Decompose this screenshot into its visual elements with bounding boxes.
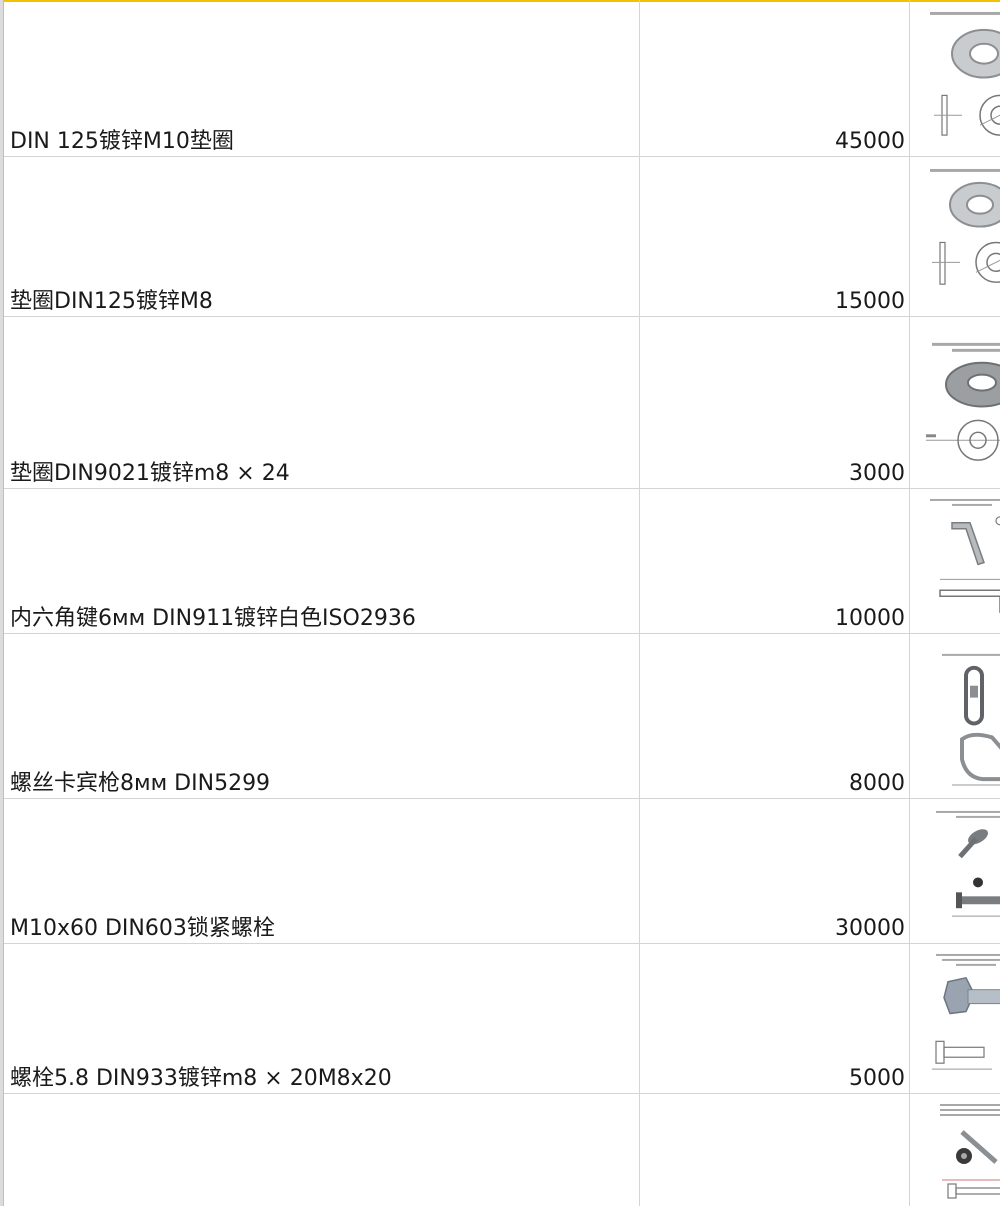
product-image-cell[interactable] [910,489,1000,633]
product-image-cell[interactable] [910,317,1000,488]
quantity-value: 45000 [835,129,905,154]
product-name-cell[interactable]: 垫圈DIN9021镀锌m8 × 24 [4,317,640,488]
carriage-bolt-drawing-icon[interactable] [922,805,1000,937]
product-name: DIN 125镀锌M10垫圈 [10,129,234,154]
flat-washer-drawing-icon[interactable] [922,6,1000,150]
wide-washer-drawing-icon[interactable] [922,323,1000,482]
quantity-cell[interactable]: 30000 [640,799,910,943]
product-image-cell[interactable] [910,944,1000,1093]
quantity-cell[interactable]: 45000 [640,0,910,156]
product-image-cell[interactable] [910,157,1000,316]
quantity-value: 15000 [835,289,905,314]
quantity-value: 5000 [849,1066,905,1091]
product-name: 垫圈DIN9021镀锌m8 × 24 [10,461,290,486]
quantity-cell[interactable] [640,1094,910,1206]
quantity-value: 8000 [849,771,905,796]
product-name: 螺丝卡宾枪8мм DIN5299 [10,771,271,796]
table-row [0,1094,1000,1206]
product-name: 垫圈DIN125镀锌M8 [10,289,213,314]
product-image-cell[interactable] [910,1094,1000,1206]
table-row: 螺栓5.8 DIN933镀锌m8 × 20M8x20 5000 [0,944,1000,1094]
quantity-cell[interactable]: 3000 [640,317,910,488]
product-name: 内六角键6мм DIN911镀锌白色ISO2936 [10,606,416,631]
flat-washer-drawing-icon[interactable] [922,163,1000,310]
spreadsheet-grid: DIN 125镀锌M10垫圈 45000 垫圈DIN125镀锌M8 15000 … [0,0,1000,1206]
product-image-cell[interactable] [910,799,1000,943]
table-row: DIN 125镀锌M10垫圈 45000 [0,0,1000,157]
quantity-cell[interactable]: 5000 [640,944,910,1093]
quantity-value: 30000 [835,916,905,941]
table-row: 垫圈DIN125镀锌M8 15000 [0,157,1000,317]
product-name-cell[interactable]: M10x60 DIN603锁紧螺栓 [4,799,640,943]
quantity-cell[interactable]: 8000 [640,634,910,798]
socket-screw-drawing-icon[interactable] [922,1100,1000,1200]
product-name-cell[interactable]: DIN 125镀锌M10垫圈 [4,0,640,156]
quantity-value: 3000 [849,461,905,486]
product-name: 螺栓5.8 DIN933镀锌m8 × 20M8x20 [10,1066,392,1091]
table-row: 螺丝卡宾枪8мм DIN5299 8000 [0,634,1000,799]
quantity-cell[interactable]: 15000 [640,157,910,316]
product-image-cell[interactable] [910,0,1000,156]
product-name: M10x60 DIN603锁紧螺栓 [10,916,275,941]
quantity-value: 10000 [835,606,905,631]
carabiner-drawing-icon[interactable] [922,640,1000,792]
product-name-cell[interactable]: 螺栓5.8 DIN933镀锌m8 × 20M8x20 [4,944,640,1093]
product-name-cell[interactable]: 内六角键6мм DIN911镀锌白色ISO2936 [4,489,640,633]
product-name-cell[interactable] [4,1094,640,1206]
table-row: 内六角键6мм DIN911镀锌白色ISO2936 10000 [0,489,1000,634]
product-image-cell[interactable] [910,634,1000,798]
table-row: 垫圈DIN9021镀锌m8 × 24 3000 [0,317,1000,489]
quantity-cell[interactable]: 10000 [640,489,910,633]
product-name-cell[interactable]: 垫圈DIN125镀锌M8 [4,157,640,316]
hex-key-drawing-icon[interactable] [922,495,1000,627]
row-header-edge [0,0,4,1206]
table-row: M10x60 DIN603锁紧螺栓 30000 [0,799,1000,944]
hex-bolt-drawing-icon[interactable] [922,950,1000,1087]
product-name-cell[interactable]: 螺丝卡宾枪8мм DIN5299 [4,634,640,798]
